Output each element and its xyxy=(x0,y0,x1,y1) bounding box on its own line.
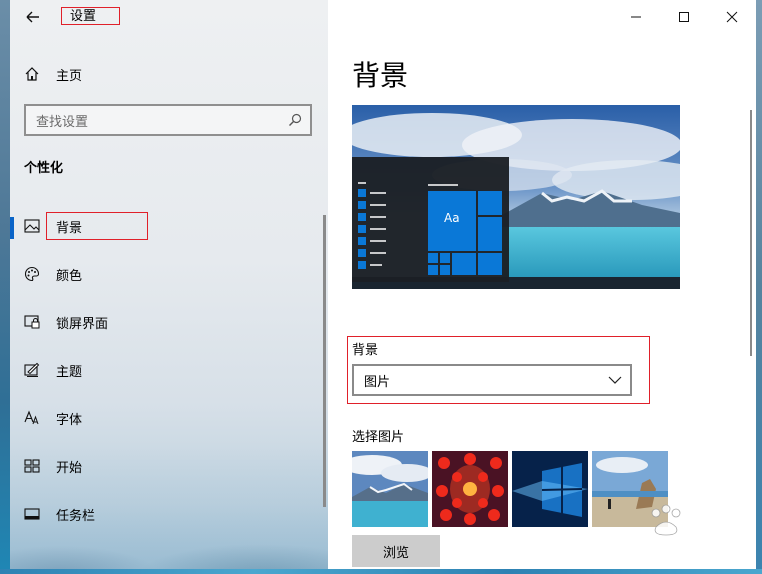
highlight-box-background xyxy=(46,212,148,240)
minimize-icon xyxy=(631,16,641,18)
sidebar-item-label: 锁屏界面 xyxy=(56,316,109,332)
font-icon xyxy=(24,410,40,426)
sidebar-item-taskbar[interactable]: 任务栏 xyxy=(24,503,95,525)
desktop-edge-bottom xyxy=(0,569,762,574)
main-scrollbar[interactable] xyxy=(750,110,752,356)
page-title: 背景 xyxy=(352,59,409,92)
search-settings-input[interactable]: 查找设置 xyxy=(24,104,312,136)
home-label: 主页 xyxy=(56,68,83,84)
section-title: 个性化 xyxy=(24,161,64,176)
sidebar-item-label: 颜色 xyxy=(56,268,83,284)
window-title: 设置 xyxy=(61,7,120,25)
minimize-button[interactable] xyxy=(612,0,660,34)
window-controls xyxy=(612,0,756,34)
settings-sidebar: 设置 主页 查找设置 个性化 背景 颜色 锁屏界面 主题 字体 开始 任务栏 xyxy=(0,0,328,574)
sidebar-item-label: 开始 xyxy=(56,460,83,476)
palette-icon xyxy=(24,266,40,282)
background-preview: Aa xyxy=(352,105,680,289)
preview-tile-text: Aa xyxy=(444,211,460,225)
main-content: 背景 Aa 背景 图片 选择图片 浏览 xyxy=(328,0,756,569)
browse-button[interactable]: 浏览 xyxy=(352,535,440,567)
home-icon xyxy=(25,67,39,81)
desktop-edge-left xyxy=(0,0,10,574)
start-icon xyxy=(24,458,40,474)
taskbar-icon xyxy=(24,506,40,522)
sidebar-item-theme[interactable]: 主题 xyxy=(24,359,82,381)
choose-picture-label: 选择图片 xyxy=(352,430,405,445)
picture-thumbnail-lanterns[interactable] xyxy=(432,451,508,527)
search-icon xyxy=(289,113,302,126)
picture-thumbnail-windows[interactable] xyxy=(512,451,588,527)
sidebar-scrollbar[interactable] xyxy=(323,215,326,507)
close-button[interactable] xyxy=(708,0,756,34)
sidebar-item-font[interactable]: 字体 xyxy=(24,407,82,429)
picture-icon xyxy=(24,218,40,234)
sidebar-item-label: 字体 xyxy=(56,412,83,428)
sidebar-item-start[interactable]: 开始 xyxy=(24,455,82,477)
maximize-icon xyxy=(679,12,689,22)
maximize-button[interactable] xyxy=(660,0,708,34)
theme-icon xyxy=(24,362,40,378)
sidebar-item-label: 任务栏 xyxy=(56,508,96,524)
close-icon xyxy=(726,11,738,23)
back-arrow-icon xyxy=(26,11,39,23)
active-item-marker xyxy=(10,217,14,239)
search-placeholder: 查找设置 xyxy=(36,114,89,130)
back-button[interactable] xyxy=(24,8,42,26)
home-nav-item[interactable]: 主页 xyxy=(24,64,82,84)
picture-thumbnail-lake[interactable] xyxy=(352,451,428,527)
highlight-box-dropdown xyxy=(347,336,650,404)
sidebar-item-lock-screen[interactable]: 锁屏界面 xyxy=(24,311,108,333)
desktop-edge-right xyxy=(756,0,762,574)
sidebar-item-color[interactable]: 颜色 xyxy=(24,263,82,285)
lock-screen-icon xyxy=(24,314,40,330)
baidu-watermark xyxy=(586,503,736,563)
sidebar-item-label: 主题 xyxy=(56,364,83,380)
